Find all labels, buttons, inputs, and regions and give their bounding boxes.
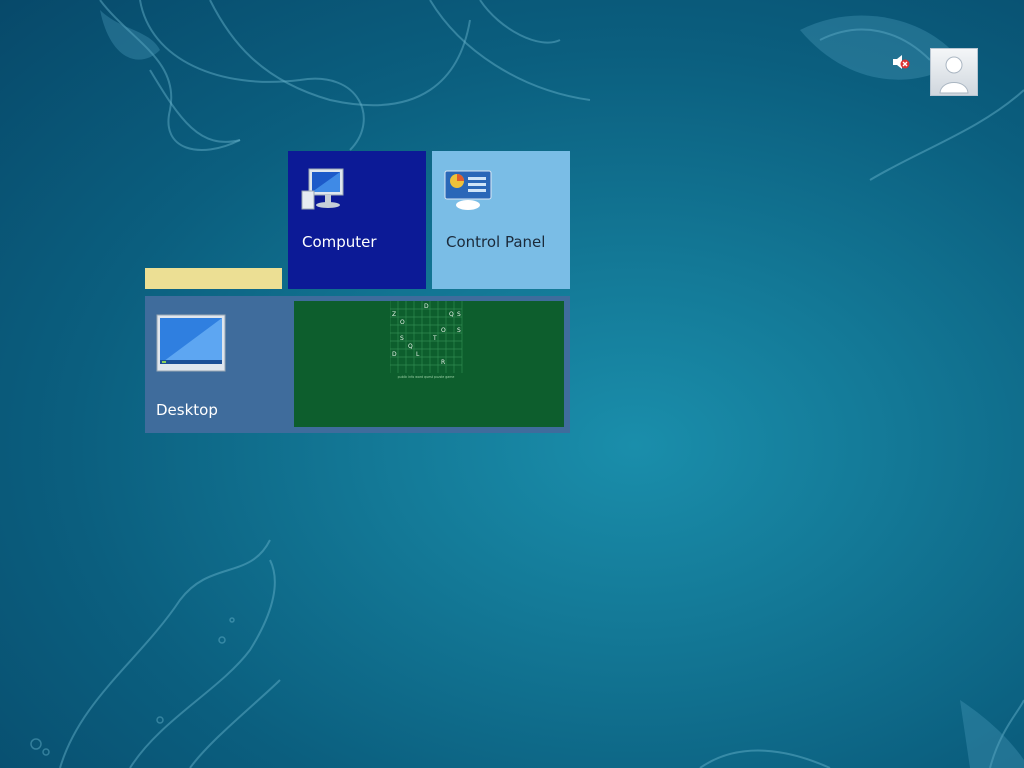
desktop-monitor-icon <box>156 314 226 372</box>
puzzle-letter: O <box>400 319 405 326</box>
speaker-muted-icon <box>893 55 910 69</box>
desktop-tile[interactable]: Desktop D Z Q S O O S S T Q D L R public… <box>145 296 570 433</box>
puzzle-letter: O <box>441 327 446 334</box>
puzzle-letter: T <box>432 335 437 342</box>
puzzle-letter: Q <box>408 343 413 350</box>
control-panel-tile-label: Control Panel <box>446 233 546 251</box>
puzzle-letter: Q <box>449 311 454 318</box>
computer-tile[interactable]: Computer <box>288 151 426 289</box>
puzzle-letter: D <box>392 351 397 358</box>
user-account-area[interactable] <box>868 48 978 98</box>
puzzle-letter: S <box>400 335 404 342</box>
control-panel-icon <box>444 170 492 210</box>
user-avatar-icon[interactable] <box>930 48 978 96</box>
partial-tile[interactable] <box>145 268 282 289</box>
computer-tile-label: Computer <box>302 233 377 251</box>
puzzle-caption: public info word quest puzzle game <box>398 375 455 379</box>
puzzle-preview: D Z Q S O O S S T Q D L R public info wo… <box>294 301 564 427</box>
puzzle-letter: Z <box>392 311 396 318</box>
puzzle-letter: S <box>457 327 461 334</box>
puzzle-letter: S <box>457 311 461 318</box>
puzzle-letter: R <box>441 359 445 366</box>
desktop-tile-label: Desktop <box>156 401 218 419</box>
puzzle-letter: D <box>424 303 429 310</box>
control-panel-tile[interactable]: Control Panel <box>432 151 570 289</box>
puzzle-grid: D Z Q S O O S S T Q D L R public info wo… <box>390 301 463 379</box>
monitor-computer-icon <box>301 168 344 210</box>
